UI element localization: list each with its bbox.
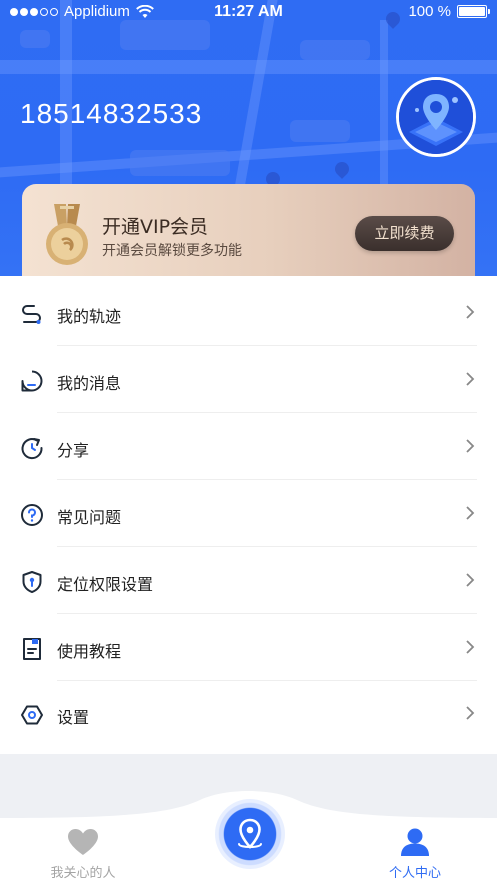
user-icon (401, 828, 429, 856)
chevron-right-icon (466, 305, 475, 319)
tab-label: 个人中心 (388, 866, 441, 881)
menu-item-settings[interactable]: 设置 (0, 680, 497, 747)
tab-care-people[interactable]: 我关心的人 (40, 828, 126, 881)
status-bar: Applidium 11:27 AM 100 % (0, 0, 497, 26)
profile-header: Applidium 11:27 AM 100 % 18514832533 开通V… (0, 0, 497, 276)
menu-item-tutorial[interactable]: 使用教程 (0, 614, 497, 681)
menu-item-track[interactable]: 我的轨迹 (0, 279, 497, 346)
menu-item-label: 设置 (57, 708, 90, 727)
chevron-right-icon (466, 573, 475, 587)
vip-subtitle: 开通会员解锁更多功能 (102, 243, 242, 259)
chevron-right-icon (466, 439, 475, 453)
center-locate-button[interactable] (215, 799, 285, 869)
tab-profile[interactable]: 个人中心 (372, 828, 458, 881)
tutorial-icon (23, 638, 41, 660)
menu-item-label: 我的轨迹 (57, 307, 122, 326)
help-icon (21, 504, 43, 526)
menu-list: 我的轨迹 我的消息 分享 常见问题 定位权限设置 使用教程 设置 (0, 276, 497, 754)
avatar[interactable] (396, 77, 476, 157)
user-phone: 18514832533 (20, 98, 203, 129)
menu-item-share[interactable]: 分享 (0, 413, 497, 480)
vip-card[interactable]: 开通VIP会员 开通会员解锁更多功能 立即续费 (22, 184, 475, 276)
settings-icon (21, 705, 43, 725)
location-pin-icon (238, 818, 262, 849)
track-icon (22, 305, 41, 324)
battery-percent: 100 % (408, 3, 451, 20)
menu-item-label: 定位权限设置 (57, 575, 154, 594)
chevron-right-icon (466, 640, 475, 654)
renew-button[interactable]: 立即续费 (355, 216, 454, 251)
battery-icon (457, 5, 490, 18)
menu-item-faq[interactable]: 常见问题 (0, 480, 497, 547)
tab-label: 我关心的人 (50, 866, 116, 881)
menu-item-label: 常见问题 (57, 508, 122, 527)
chevron-right-icon (466, 506, 475, 520)
shield-lock-icon (22, 571, 42, 593)
share-icon (21, 438, 43, 460)
menu-item-location-permission[interactable]: 定位权限设置 (0, 547, 497, 614)
menu-item-messages[interactable]: 我的消息 (0, 346, 497, 413)
map-pin-avatar-icon (399, 80, 473, 154)
chevron-right-icon (466, 706, 475, 720)
message-icon (21, 370, 43, 392)
chevron-right-icon (466, 372, 475, 386)
vip-title: 开通VIP会员 (102, 216, 209, 238)
heart-icon (68, 829, 98, 855)
menu-item-label: 使用教程 (57, 642, 122, 661)
menu-item-label: 我的消息 (57, 374, 122, 393)
menu-item-label: 分享 (57, 441, 90, 460)
medal-icon (46, 204, 88, 265)
